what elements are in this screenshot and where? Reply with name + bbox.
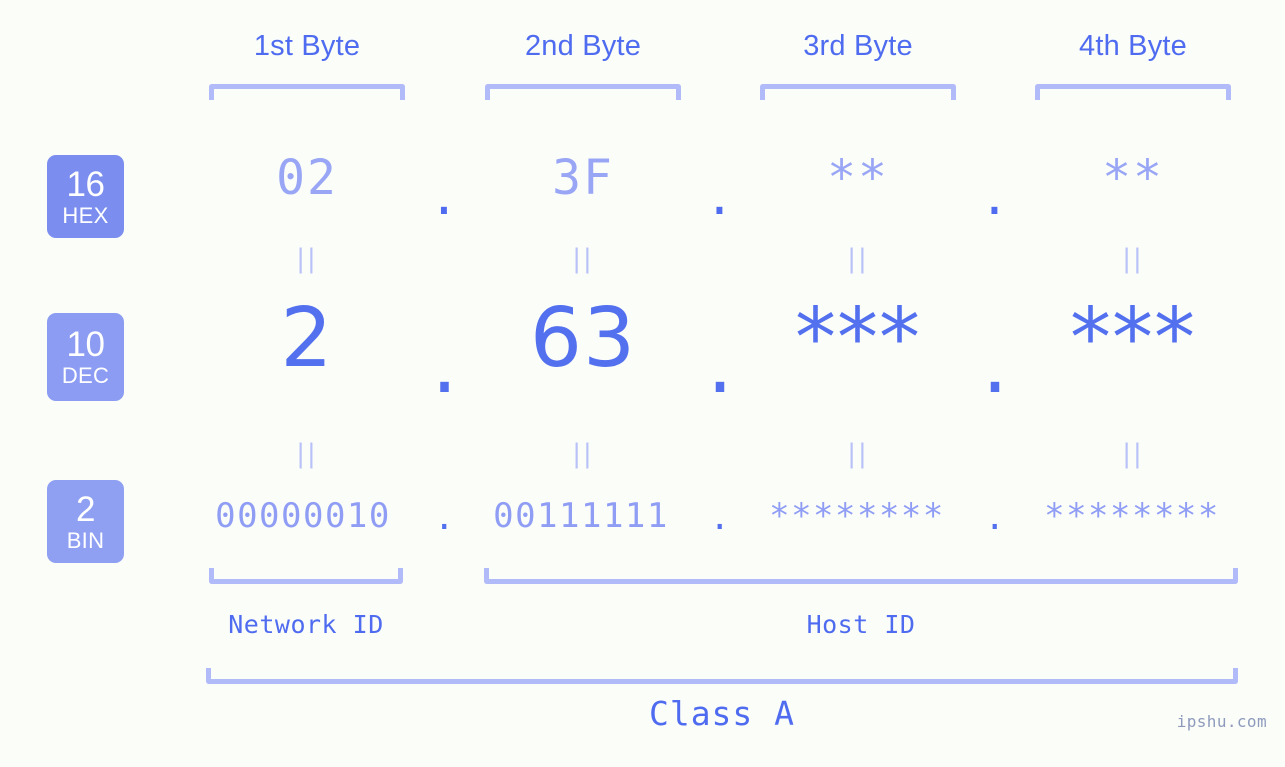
base-badge-dec-number: 10 (66, 325, 105, 364)
byte-header-2: 2nd Byte (524, 30, 642, 62)
hex-byte-3: ** (827, 150, 889, 206)
bin-byte-4: ******** (1044, 496, 1220, 536)
hex-separator-2: . (705, 170, 736, 226)
host-id-bracket (484, 568, 1238, 584)
dec-separator-1: . (431, 317, 459, 412)
host-id-label: Host ID (806, 610, 916, 639)
equals-icon-dec-bin-2: || (572, 439, 594, 469)
base-badge-bin-abbr: BIN (66, 527, 105, 553)
watermark: ipshu.com (1176, 712, 1267, 731)
equals-icon-hex-dec-2: || (572, 244, 594, 274)
base-badge-hex-abbr: HEX (62, 202, 109, 228)
hex-byte-2: 3F (552, 150, 614, 206)
equals-icon-dec-bin-1: || (296, 439, 318, 469)
byte-bracket-1 (209, 84, 405, 100)
base-badge-hex-number: 16 (66, 164, 105, 204)
byte-header-3: 3rd Byte (803, 30, 913, 62)
bin-separator-2: . (709, 498, 732, 538)
network-id-bracket (209, 568, 403, 584)
byte-header-4: 4th Byte (1079, 30, 1187, 62)
byte-bracket-4 (1035, 84, 1231, 100)
base-badge-dec-abbr: DEC (61, 363, 110, 388)
dec-byte-1: 2 (280, 291, 334, 386)
equals-icon-hex-dec-3: || (847, 244, 869, 274)
bin-separator-3: . (984, 498, 1007, 538)
hex-byte-1: 02 (276, 150, 338, 206)
byte-bracket-2 (485, 84, 681, 100)
hex-byte-4: ** (1102, 150, 1164, 206)
network-id-label: Network ID (228, 610, 384, 639)
base-badge-hex: 16 HEX (47, 155, 124, 238)
dec-byte-4: *** (1070, 291, 1196, 386)
hex-separator-3: . (980, 170, 1011, 226)
bin-byte-1: 00000010 (215, 496, 391, 536)
equals-icon-dec-bin-3: || (847, 439, 869, 469)
hex-separator-1: . (429, 170, 461, 226)
dec-byte-2: 63 (529, 291, 637, 386)
bin-byte-3: ******** (769, 496, 945, 536)
base-badge-bin: 2 BIN (47, 480, 124, 563)
equals-icon-hex-dec-1: || (296, 244, 318, 274)
base-badge-dec: 10 DEC (47, 313, 124, 401)
dec-separator-2: . (706, 317, 735, 412)
class-bracket (206, 668, 1238, 684)
dec-separator-3: . (981, 317, 1010, 412)
ip-address-breakdown-diagram: 1st Byte 2nd Byte 3rd Byte 4th Byte 16 H… (0, 0, 1285, 767)
dec-byte-3: *** (795, 291, 921, 386)
byte-header-1: 1st Byte (253, 30, 361, 62)
class-label: Class A (648, 694, 796, 733)
base-badge-bin-number: 2 (76, 489, 95, 529)
bin-byte-2: 00111111 (493, 496, 669, 536)
equals-icon-dec-bin-4: || (1122, 439, 1144, 469)
byte-bracket-3 (760, 84, 956, 100)
bin-separator-1: . (434, 498, 456, 538)
equals-icon-hex-dec-4: || (1122, 244, 1144, 274)
